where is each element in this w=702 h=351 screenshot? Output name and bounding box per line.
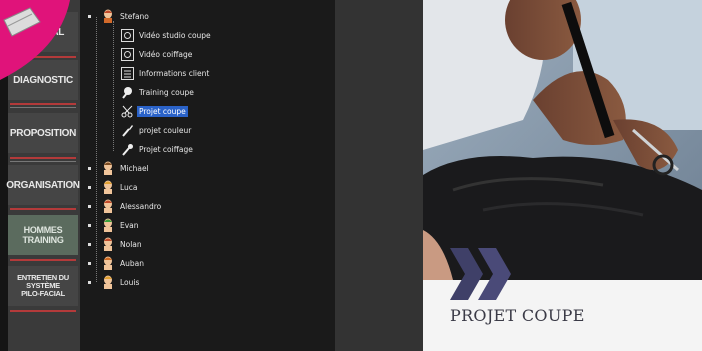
- tree-node-label: Luca: [120, 182, 138, 192]
- project-title: PROJET COUPE: [450, 306, 585, 325]
- tree-item[interactable]: Informations client: [120, 64, 211, 82]
- scissors-icon: [120, 104, 134, 118]
- video-icon: [120, 28, 134, 42]
- avatar-icon: [101, 161, 115, 175]
- tree-node-label: Stefano: [120, 11, 149, 21]
- avatar-icon: [101, 237, 115, 251]
- client-tree-panel: Stefano Vidéo studio coupe Vidéo coiffag…: [80, 0, 335, 351]
- tree-expand-icon[interactable]: [88, 280, 91, 284]
- project-preview-card[interactable]: PROJET COUPE: [423, 0, 702, 351]
- haircut-photo: [423, 0, 702, 351]
- tree-expand-icon[interactable]: [88, 223, 91, 227]
- tree-node-label: Louis: [120, 277, 140, 287]
- nav-divider: [10, 107, 76, 108]
- tree-item[interactable]: Training coupe: [120, 83, 196, 101]
- tree-node-root[interactable]: Stefano: [88, 7, 151, 25]
- nav-item-entretien[interactable]: ENTRETIEN DU SYSTÈME PILO-FACIAL: [8, 266, 78, 306]
- tree-node-person[interactable]: Evan: [88, 216, 141, 234]
- client-info-icon: [120, 66, 134, 80]
- tree-node-label: Alessandro: [120, 201, 162, 211]
- brush-icon: [120, 123, 134, 137]
- nav-divider: [10, 208, 76, 210]
- nav-divider: [10, 103, 76, 105]
- nav-item-label: ENTRETIEN DU SYSTÈME PILO-FACIAL: [17, 273, 69, 298]
- tree-expand-icon[interactable]: [88, 166, 91, 170]
- tree-node-person[interactable]: Louis: [88, 273, 141, 291]
- tree-item-label: Vidéo coiffage: [139, 49, 193, 59]
- tree-node-person[interactable]: Nolan: [88, 235, 144, 253]
- tree-node-label: Nolan: [120, 239, 142, 249]
- nav-divider: [10, 259, 76, 261]
- tree-item-label: Projet coupe: [137, 105, 188, 117]
- nav-item-organisation[interactable]: ORGANISATION: [6, 165, 80, 205]
- tree-item-label: Training coupe: [139, 87, 194, 97]
- avatar-icon: [101, 180, 115, 194]
- tree-connector: [113, 21, 114, 151]
- tree-expand-icon[interactable]: [88, 242, 91, 246]
- training-icon: [120, 85, 134, 99]
- promo-badge-icon[interactable]: [0, 0, 82, 82]
- tree-node-person[interactable]: Michael: [88, 159, 151, 177]
- tree-expand-icon[interactable]: [88, 185, 91, 189]
- tree-node-person[interactable]: Auban: [88, 254, 146, 272]
- comb-icon: [120, 142, 134, 156]
- nav-item-label: PROPOSITION: [9, 127, 77, 139]
- tree-node-label: Evan: [120, 220, 139, 230]
- avatar-icon: [101, 256, 115, 270]
- avatar-icon: [101, 275, 115, 289]
- nav-item-label: ORGANISATION: [6, 179, 80, 191]
- tree-item[interactable]: Projet coiffage: [120, 140, 195, 158]
- content-area: [335, 0, 423, 351]
- nav-divider: [10, 157, 76, 159]
- avatar-icon: [101, 199, 115, 213]
- nav-divider: [10, 310, 76, 312]
- tree-expand-icon[interactable]: [88, 204, 91, 208]
- tree-item[interactable]: Vidéo studio coupe: [120, 26, 213, 44]
- avatar-icon: [101, 218, 115, 232]
- left-navigation: ICAL DIAGNOSTIC PROPOSITION ORGANISATION…: [0, 0, 80, 351]
- tree-item-selected[interactable]: Projet coupe: [120, 102, 188, 120]
- tree-node-person[interactable]: Alessandro: [88, 197, 163, 215]
- tree-item-label: projet couleur: [139, 125, 192, 135]
- tree-expand-icon[interactable]: [88, 261, 91, 265]
- video-icon: [120, 47, 134, 61]
- tree-item-label: Projet coiffage: [139, 144, 193, 154]
- tree-node-person[interactable]: Luca: [88, 178, 140, 196]
- tree-expand-icon[interactable]: [88, 14, 91, 18]
- tree-item[interactable]: projet couleur: [120, 121, 193, 139]
- nav-divider: [10, 161, 76, 162]
- nav-item-label: HOMMES TRAINING: [22, 225, 64, 245]
- nav-item-proposition[interactable]: PROPOSITION: [8, 113, 78, 153]
- tree-item[interactable]: Vidéo coiffage: [120, 45, 194, 63]
- nav-item-hommes-training[interactable]: HOMMES TRAINING: [8, 215, 78, 255]
- tree-item-label: Vidéo studio coupe: [139, 30, 211, 40]
- avatar-icon: [101, 9, 115, 23]
- tree-item-label: Informations client: [139, 68, 210, 78]
- tree-node-label: Auban: [120, 258, 144, 268]
- tree-node-label: Michael: [120, 163, 149, 173]
